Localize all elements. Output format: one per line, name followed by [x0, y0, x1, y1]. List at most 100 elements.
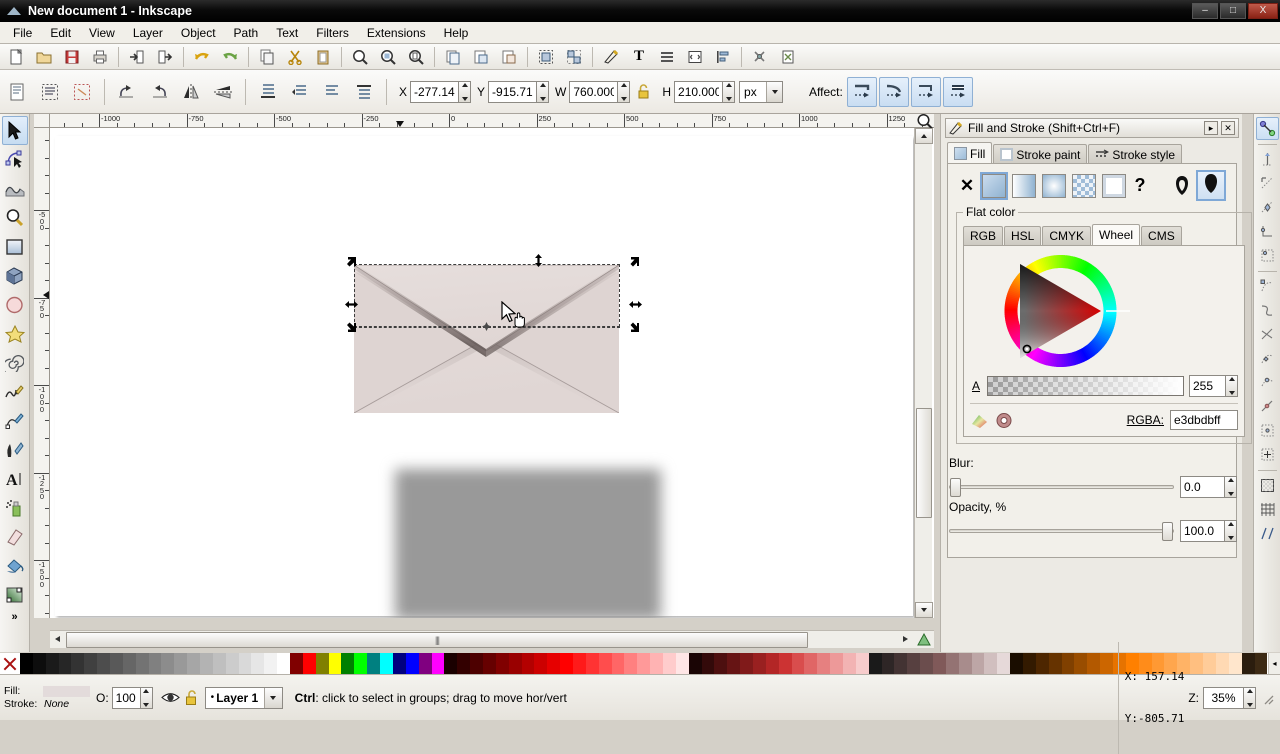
- more-tools-button[interactable]: »: [11, 611, 17, 623]
- fill-stroke-indicator[interactable]: Fill: Stroke: None: [0, 685, 90, 711]
- unlink-clone-button[interactable]: [496, 45, 522, 69]
- palette-swatch[interactable]: [161, 653, 175, 674]
- palette-swatch[interactable]: [380, 653, 393, 674]
- palette-swatch[interactable]: [1010, 653, 1024, 674]
- palette-swatch[interactable]: [1023, 653, 1036, 674]
- palette-swatch[interactable]: [843, 653, 856, 674]
- minimize-button[interactable]: –: [1192, 3, 1218, 19]
- document-properties-button[interactable]: [682, 45, 708, 69]
- fill-swatch[interactable]: [43, 685, 90, 697]
- snap-nodes-paths-button[interactable]: [1256, 275, 1279, 298]
- box3d-tool[interactable]: [2, 261, 28, 290]
- calligraphy-tool[interactable]: [2, 435, 28, 464]
- w-input[interactable]: [569, 80, 618, 103]
- x-input[interactable]: [410, 80, 459, 103]
- export-button[interactable]: [152, 45, 178, 69]
- palette-swatch[interactable]: [135, 653, 149, 674]
- snap-line-midpoints-button[interactable]: [1256, 395, 1279, 418]
- opacity-status-input[interactable]: [111, 686, 140, 709]
- x-spinbox[interactable]: [410, 80, 472, 103]
- blur-spinbox[interactable]: [1180, 476, 1237, 498]
- affect-patterns-button[interactable]: [942, 76, 973, 107]
- preferences-button[interactable]: [747, 45, 773, 69]
- palette-swatch[interactable]: [315, 653, 329, 674]
- palette-swatch[interactable]: [1087, 653, 1101, 674]
- zoom-fit-page-icon[interactable]: [912, 113, 936, 129]
- blur-slider-knob[interactable]: [950, 478, 961, 497]
- canvas-horizontal-scrollbar[interactable]: |||: [50, 630, 934, 648]
- flip-vertical-button[interactable]: [208, 77, 238, 107]
- affect-stroke-width-button[interactable]: [846, 76, 877, 107]
- palette-swatch[interactable]: [984, 653, 998, 674]
- palette-swatch[interactable]: [714, 653, 728, 674]
- drawing-canvas[interactable]: [50, 128, 934, 618]
- palette-swatch[interactable]: [791, 653, 805, 674]
- palette-swatch[interactable]: [302, 653, 316, 674]
- remove-color-swatch[interactable]: [0, 653, 20, 674]
- gradient-tool[interactable]: [2, 580, 28, 609]
- palette-swatch[interactable]: [534, 653, 548, 674]
- no-paint-button[interactable]: ✕: [958, 176, 976, 196]
- rectangle-tool[interactable]: [2, 232, 28, 261]
- lower-step-button[interactable]: [285, 77, 315, 107]
- align-and-distribute-button[interactable]: [710, 45, 736, 69]
- rgba-input[interactable]: [1170, 410, 1238, 430]
- undo-button[interactable]: [189, 45, 215, 69]
- menu-layer[interactable]: Layer: [124, 24, 172, 42]
- page-surface[interactable]: [55, 136, 913, 618]
- zoom-page-button[interactable]: [403, 45, 429, 69]
- menu-filters[interactable]: Filters: [307, 24, 358, 42]
- snap-paths-button[interactable]: [1256, 299, 1279, 322]
- blur-slider-track[interactable]: [949, 478, 1174, 497]
- scroll-right-button[interactable]: [898, 631, 912, 647]
- fill-rule-nonzero-button[interactable]: [1196, 170, 1226, 201]
- document-page[interactable]: [55, 136, 913, 618]
- palette-swatch[interactable]: [212, 653, 226, 674]
- palette-swatch[interactable]: [444, 653, 458, 674]
- vertical-scroll-thumb[interactable]: [916, 408, 932, 518]
- opacity-slider-knob[interactable]: [1162, 522, 1173, 541]
- import-button[interactable]: [124, 45, 150, 69]
- palette-swatch[interactable]: [920, 653, 934, 674]
- selection-handle-bottom-right[interactable]: [629, 321, 642, 334]
- radial-gradient-button[interactable]: [1042, 173, 1066, 198]
- zoom-spin-arrows[interactable]: [1243, 686, 1256, 709]
- selection-handle-middle-right[interactable]: [629, 298, 642, 311]
- palette-swatch[interactable]: [20, 653, 33, 674]
- menu-object[interactable]: Object: [172, 24, 225, 42]
- layer-chevron-down-icon[interactable]: [263, 687, 282, 708]
- tab-stroke-paint[interactable]: Stroke paint: [993, 144, 1088, 164]
- tab-rgb[interactable]: RGB: [963, 226, 1004, 245]
- maximize-button[interactable]: □: [1220, 3, 1246, 19]
- palette-swatch[interactable]: [572, 653, 586, 674]
- alpha-spinbox[interactable]: [1189, 375, 1238, 397]
- palette-swatch[interactable]: [482, 653, 496, 674]
- tab-wheel[interactable]: Wheel: [1092, 224, 1141, 245]
- palette-swatch[interactable]: [598, 653, 612, 674]
- flat-color-button[interactable]: [980, 171, 1008, 200]
- inkscape-preferences-button[interactable]: [775, 45, 801, 69]
- palette-swatch[interactable]: [650, 653, 663, 674]
- w-spin-arrows[interactable]: [617, 80, 631, 103]
- blur-input[interactable]: [1180, 476, 1224, 498]
- h-spin-arrows[interactable]: [722, 80, 736, 103]
- snap-page-border-button[interactable]: [1256, 474, 1279, 497]
- color-picker-swatch-icon[interactable]: [970, 412, 989, 429]
- node-tool[interactable]: [2, 145, 28, 174]
- palette-swatch[interactable]: [405, 653, 419, 674]
- y-spin-arrows[interactable]: [536, 80, 550, 103]
- palette-swatch[interactable]: [740, 653, 753, 674]
- opacity-slider-track[interactable]: [949, 522, 1174, 541]
- palette-swatch[interactable]: [495, 653, 509, 674]
- close-button[interactable]: X: [1248, 3, 1278, 19]
- deselect-button[interactable]: [67, 77, 97, 107]
- save-document-button[interactable]: [59, 45, 85, 69]
- snap-bbox-edge-midpoints-button[interactable]: [1256, 220, 1279, 243]
- snap-smooth-nodes-button[interactable]: [1256, 371, 1279, 394]
- palette-swatch[interactable]: [264, 653, 278, 674]
- palette-swatch[interactable]: [662, 653, 676, 674]
- palette-swatch[interactable]: [958, 653, 972, 674]
- palette-swatch[interactable]: [187, 653, 201, 674]
- tab-cms[interactable]: CMS: [1141, 226, 1182, 245]
- layer-visibility-toggle[interactable]: [160, 690, 180, 705]
